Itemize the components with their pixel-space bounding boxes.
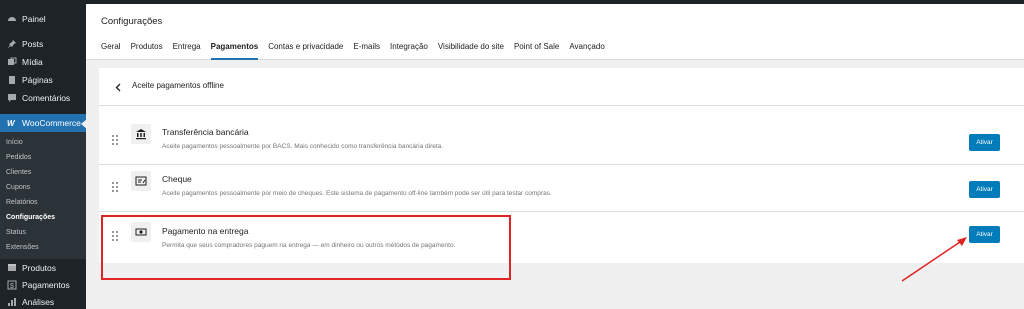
sidebar-item-midia[interactable]: Mídia [0,53,86,71]
tab-produtos[interactable]: Produtos [131,42,163,60]
tab-point-of-sale[interactable]: Point of Sale [514,42,559,60]
submenu-item-relatorios[interactable]: Relatórios [6,199,38,206]
sidebar-item-label: Comentários [22,93,71,103]
gateway-row-cheque: Cheque Aceite pagamentos pessoalmente po… [99,164,1024,212]
tab-pagamentos[interactable]: Pagamentos [210,42,258,60]
sidebar-item-painel[interactable]: Painel [0,10,86,28]
activate-button[interactable]: Ativar [969,134,1000,151]
settings-tabs: Geral Produtos Entrega Pagamentos Contas… [101,42,615,60]
highlight-annotation-box [101,215,511,280]
media-icon [2,57,22,67]
bank-icon [131,124,151,144]
gateway-title: Transferência bancária [162,127,249,137]
tab-contas-privacidade[interactable]: Contas e privacidade [268,42,343,60]
pages-icon [2,75,22,85]
submenu-item-pedidos[interactable]: Pedidos [6,154,31,161]
panel-header: Aceite pagamentos offline [99,68,1024,106]
submenu-item-cupons[interactable]: Cupons [6,184,30,191]
tab-avancado[interactable]: Avançado [569,42,604,60]
settings-header: Configurações Geral Produtos Entrega Pag… [86,4,1024,60]
current-menu-arrow [81,119,87,129]
comments-icon [2,93,22,103]
gateway-row-bacs: Transferência bancária Aceite pagamentos… [99,117,1024,165]
sidebar-item-posts[interactable]: Posts [0,35,86,53]
sidebar-item-label: Páginas [22,75,53,85]
products-icon [2,263,22,273]
sidebar-item-label: Mídia [22,57,43,67]
gateway-title: Cheque [162,174,192,184]
gateway-description: Aceite pagamentos pessoalmente por meio … [162,190,552,197]
activate-button[interactable]: Ativar [969,181,1000,198]
pin-icon [2,39,22,49]
sidebar-item-pagamentos[interactable]: $ Pagamentos [0,276,86,294]
dashboard-icon [2,14,22,24]
sidebar-item-paginas[interactable]: Páginas [0,71,86,89]
woocommerce-submenu: Início Pedidos Clientes Cupons Relatório… [0,132,86,259]
svg-text:W: W [7,119,16,127]
sidebar-item-analises[interactable]: Análises [0,293,86,309]
sidebar-item-label: Posts [22,39,44,49]
tab-emails[interactable]: E-mails [353,42,380,60]
drag-handle-icon[interactable] [112,135,120,145]
admin-sidebar: Painel Posts Mídia Páginas Comentários W… [0,0,87,309]
drag-handle-icon[interactable] [112,182,120,192]
tab-geral[interactable]: Geral [101,42,121,60]
panel-title: Aceite pagamentos offline [132,81,224,90]
chevron-left-icon[interactable] [113,81,123,93]
tab-visibilidade-site[interactable]: Visibilidade do site [438,42,504,60]
svg-text:$: $ [10,283,14,290]
activate-button[interactable]: Ativar [969,226,1000,243]
sidebar-item-label: Produtos [22,263,57,273]
sidebar-item-label: Pagamentos [22,280,70,290]
submenu-item-configuracoes[interactable]: Configurações [6,214,55,221]
page-title: Configurações [101,16,163,27]
woo-icon: W [2,119,22,127]
submenu-item-inicio[interactable]: Início [6,139,23,146]
sidebar-item-label: Análises [22,297,55,307]
submenu-item-clientes[interactable]: Clientes [6,169,31,176]
gateway-description: Aceite pagamentos pessoalmente por BACS.… [162,143,444,150]
sidebar-item-label: WooCommerce [22,118,81,128]
chart-icon [2,297,22,307]
tab-integracao[interactable]: Integração [390,42,428,60]
submenu-item-extensoes[interactable]: Extensões [6,244,39,251]
sidebar-item-label: Painel [22,14,46,24]
sidebar-item-comentarios[interactable]: Comentários [0,89,86,107]
cheque-icon [131,171,151,191]
submenu-item-status[interactable]: Status [6,229,26,236]
tab-entrega[interactable]: Entrega [173,42,201,60]
sidebar-item-woocommerce[interactable]: W WooCommerce [0,114,87,132]
sidebar-item-produtos[interactable]: Produtos [0,259,86,277]
dollar-icon: $ [2,280,22,290]
